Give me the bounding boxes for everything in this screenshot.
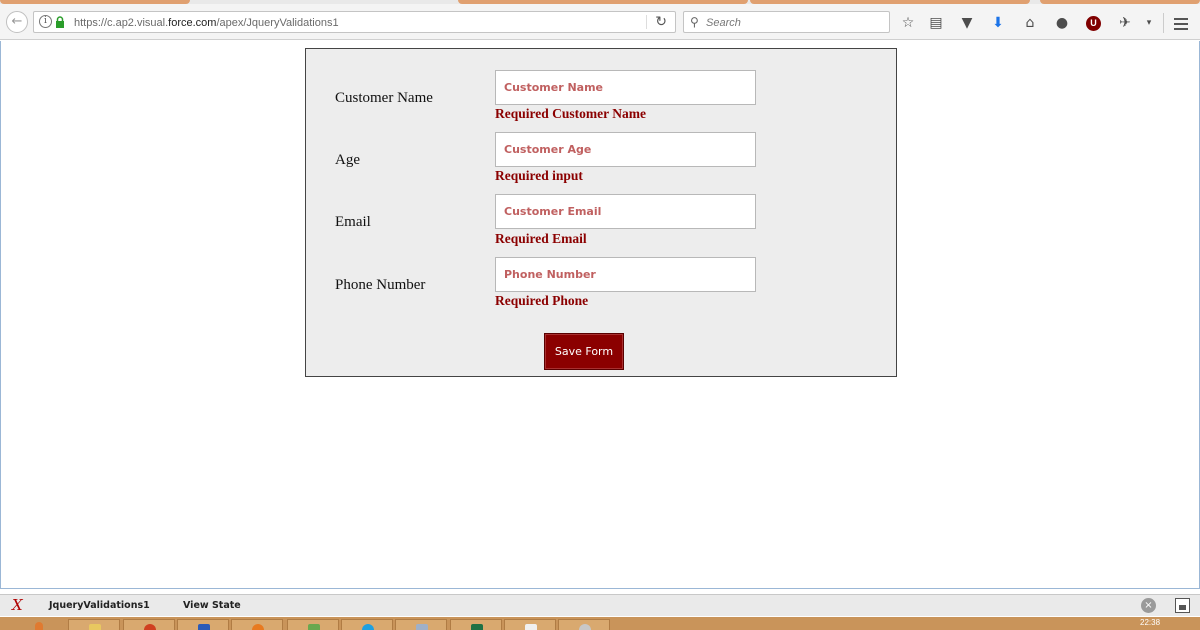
lock-icon xyxy=(56,16,64,28)
browser-toolbar: ← i https://c.ap2.visual.force.com/apex/… xyxy=(0,4,1200,40)
taskbar-app[interactable] xyxy=(177,619,229,630)
bookmark-star-icon[interactable]: ☆ xyxy=(900,15,916,31)
phone-number-label: Phone Number xyxy=(335,277,426,293)
taskbar-app[interactable] xyxy=(231,619,283,630)
taskbar-app[interactable] xyxy=(68,619,120,630)
customer-form: Customer Name Required Customer Name Age… xyxy=(305,48,897,377)
page-content: Customer Name Required Customer Name Age… xyxy=(0,41,1200,589)
overflow-chevron-icon[interactable]: ▾ xyxy=(1141,15,1157,31)
taskbar-app[interactable] xyxy=(558,619,610,630)
taskbar-app[interactable] xyxy=(450,619,502,630)
dev-footer: X JqueryValidations1 View State × xyxy=(0,594,1200,616)
extension-icon[interactable]: ✈ xyxy=(1117,15,1133,31)
toolbar-divider xyxy=(1163,13,1164,33)
age-label: Age xyxy=(335,152,360,168)
age-error: Required input xyxy=(495,168,583,183)
search-icon: ⚲ xyxy=(690,15,699,29)
email-input[interactable] xyxy=(495,194,756,229)
taskbar-app[interactable] xyxy=(287,619,339,630)
url-text: https://c.ap2.visual.force.com/apex/Jque… xyxy=(74,15,339,31)
customer-name-error: Required Customer Name xyxy=(495,106,646,121)
customer-name-label: Customer Name xyxy=(335,90,433,106)
taskbar xyxy=(0,617,1200,630)
dev-page-name[interactable]: JqueryValidations1 xyxy=(49,600,150,612)
taskbar-app[interactable] xyxy=(395,619,447,630)
url-domain: force.com xyxy=(168,17,217,29)
download-icon[interactable]: ⬇ xyxy=(990,15,1006,31)
ublock-icon[interactable]: U xyxy=(1086,16,1101,31)
phone-number-error: Required Phone xyxy=(495,293,589,308)
taskbar-app[interactable] xyxy=(504,619,556,630)
taskbar-app[interactable] xyxy=(123,619,175,630)
reading-list-icon[interactable]: ▤ xyxy=(928,15,944,31)
phone-number-input[interactable] xyxy=(495,257,756,292)
save-form-button[interactable]: Save Form xyxy=(544,333,624,370)
close-x-icon[interactable]: X xyxy=(12,596,23,614)
home-icon[interactable]: ⌂ xyxy=(1022,15,1038,31)
url-prefix: https://c.ap2.visual. xyxy=(74,17,169,29)
hamburger-menu-icon[interactable] xyxy=(1174,18,1188,33)
view-state-tab[interactable]: View State xyxy=(183,600,241,612)
email-label: Email xyxy=(335,214,371,230)
close-circle-icon[interactable]: × xyxy=(1141,598,1156,613)
customer-name-input[interactable] xyxy=(495,70,756,105)
pocket-icon[interactable]: ▼ xyxy=(959,15,975,31)
url-path: /apex/JqueryValidations1 xyxy=(216,17,339,29)
expand-icon[interactable] xyxy=(1175,598,1190,613)
search-bar[interactable]: ⚲ Search xyxy=(683,11,890,33)
back-arrow-icon[interactable]: ← xyxy=(6,11,28,33)
taskbar-app[interactable] xyxy=(341,619,393,630)
chat-icon[interactable]: ● xyxy=(1054,15,1070,31)
email-error: Required Email xyxy=(495,231,587,246)
reload-icon[interactable]: ↻ xyxy=(655,14,667,30)
search-placeholder: Search xyxy=(706,17,741,29)
taskbar-clock[interactable]: 22:38 xyxy=(1140,618,1160,628)
info-icon[interactable]: i xyxy=(39,15,52,28)
url-divider xyxy=(646,15,647,29)
age-input[interactable] xyxy=(495,132,756,167)
start-icon[interactable] xyxy=(35,622,43,630)
url-bar[interactable]: i https://c.ap2.visual.force.com/apex/Jq… xyxy=(33,11,676,33)
